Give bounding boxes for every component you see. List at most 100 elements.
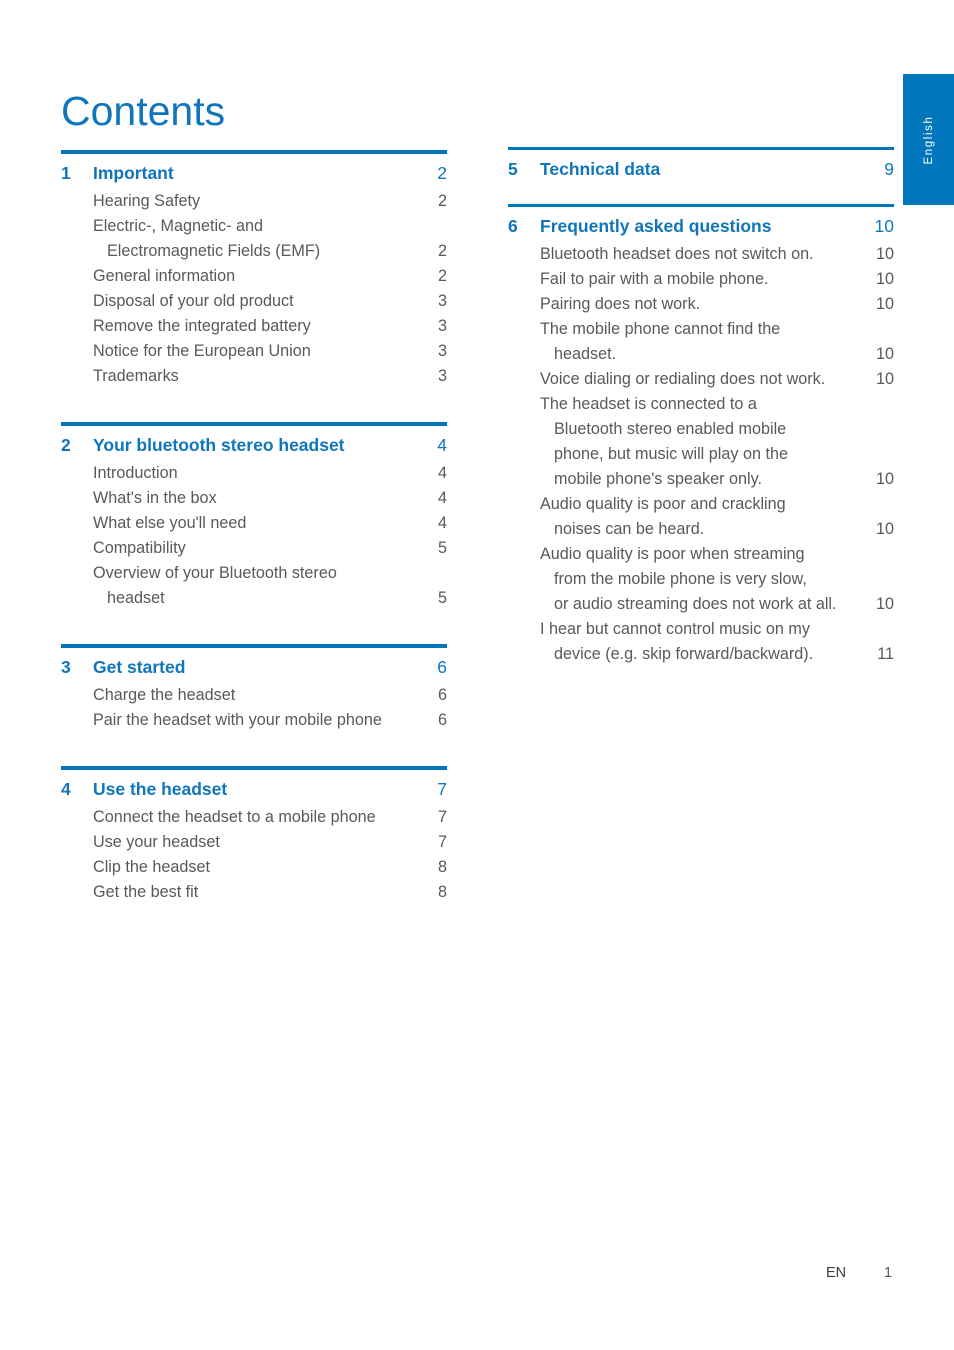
toc-entry[interactable]: Bluetooth stereo enabled mobile (508, 417, 894, 442)
toc-section-heading[interactable]: 2 Your bluetooth stereo headset 4 (61, 426, 447, 456)
toc-entry[interactable]: headset 5 (61, 586, 447, 611)
toc-entry[interactable]: or audio streaming does not work at all.… (508, 592, 894, 617)
toc-entry-page-number: 10 (875, 370, 894, 388)
toc-entry[interactable]: Connect the headset to a mobile phone 7 (61, 805, 447, 830)
toc-entry[interactable]: noises can be heard. 10 (508, 517, 894, 542)
toc-entry-list: Connect the headset to a mobile phone 7 Us… (61, 800, 447, 905)
toc-entry-page-number: 8 (437, 883, 447, 901)
toc-section-heading[interactable]: 6 Frequently asked questions 10 (508, 207, 894, 237)
toc-entry-label: device (e.g. skip forward/backward). (554, 645, 814, 663)
toc-entry-label: What else you'll need (93, 514, 247, 532)
toc-entry[interactable]: What's in the box 4 (61, 486, 447, 511)
toc-entry-label: headset (107, 589, 165, 607)
toc-entry[interactable]: Pairing does not work. 10 (508, 292, 894, 317)
toc-entry-label: I hear but cannot control music on my (540, 620, 810, 638)
toc-entry[interactable]: Electric-, Magnetic- and (61, 214, 447, 239)
toc-entry[interactable]: Voice dialing or redialing does not work… (508, 367, 894, 392)
toc-entry[interactable]: Disposal of your old product 3 (61, 289, 447, 314)
section-title: Important (93, 163, 174, 183)
toc-entry-list: Bluetooth headset does not switch on. 10 F… (508, 237, 894, 667)
toc-entry-label: Pair the headset with your mobile phone (93, 711, 382, 729)
toc-entry[interactable]: Overview of your Bluetooth stereo (61, 561, 447, 586)
toc-entry[interactable]: Audio quality is poor and crackling (508, 492, 894, 517)
toc-entry[interactable]: Electromagnetic Fields (EMF) 2 (61, 239, 447, 264)
toc-entry-label: Disposal of your old product (93, 292, 294, 310)
section-page-number: 9 (884, 159, 894, 179)
toc-entry-label: Hearing Safety (93, 192, 201, 210)
toc-entry-page-number: 2 (437, 192, 447, 210)
toc-entry[interactable]: Charge the headset 6 (61, 683, 447, 708)
toc-entry-label: Remove the integrated battery (93, 317, 311, 335)
section-page-number: 7 (437, 779, 447, 799)
toc-entry-page-number: 4 (437, 514, 447, 532)
toc-section-heading[interactable]: 3 Get started 6 (61, 648, 447, 678)
toc-entry[interactable]: Introduction 4 (61, 461, 447, 486)
toc-entry[interactable]: Trademarks 3 (61, 364, 447, 389)
toc-entry-page-number: 10 (875, 595, 894, 613)
section-number: 2 (61, 435, 71, 455)
section-title: Technical data (540, 159, 661, 179)
toc-column-left: 1 Important 2 Hearing Safety 2 Electric-, Mag… (61, 150, 447, 905)
toc-section-heading[interactable]: 1 Important 2 (61, 154, 447, 184)
toc-section: 1 Important 2 Hearing Safety 2 Electric-, Mag… (61, 150, 447, 389)
toc-entry[interactable]: phone, but music will play on the (508, 442, 894, 467)
language-tab-label: English (922, 115, 935, 164)
section-page-number: 6 (437, 657, 447, 677)
section-number: 3 (61, 657, 71, 677)
toc-entry-label: Audio quality is poor when streaming (540, 545, 805, 563)
toc-entry-list: Charge the headset 6 Pair the headset with… (61, 678, 447, 733)
section-number: 4 (61, 779, 71, 799)
toc-entry-page-number: 10 (875, 245, 894, 263)
toc-entry[interactable]: Fail to pair with a mobile phone. 10 (508, 267, 894, 292)
toc-entry-page-number: 3 (437, 367, 447, 385)
page-footer: EN 1 (0, 1265, 954, 1285)
toc-entry[interactable]: Hearing Safety 2 (61, 189, 447, 214)
toc-entry-label: Introduction (93, 464, 178, 482)
toc-section-heading[interactable]: 4 Use the headset 7 (61, 770, 447, 800)
section-title: Use the headset (93, 779, 228, 799)
toc-section: 6 Frequently asked questions 10 Bluetooth h… (508, 204, 894, 667)
toc-entry[interactable]: Notice for the European Union 3 (61, 339, 447, 364)
toc-entry[interactable]: Compatibility 5 (61, 536, 447, 561)
section-title: Your bluetooth stereo headset (93, 435, 345, 455)
toc-entry-page-number: 10 (875, 520, 894, 538)
toc-entry-list: Introduction 4 What's in the box 4 What else… (61, 456, 447, 611)
toc-entry-label: noises can be heard. (554, 520, 705, 538)
toc-entry-page-number: 4 (437, 489, 447, 507)
toc-entry[interactable]: I hear but cannot control music on my (508, 617, 894, 642)
toc-section: 4 Use the headset 7 Connect the headset to … (61, 766, 447, 905)
toc-entry[interactable]: device (e.g. skip forward/backward). 11 (508, 642, 894, 667)
toc-entry-page-number: 3 (437, 342, 447, 360)
toc-entry-label: Connect the headset to a mobile phone (93, 808, 376, 826)
toc-entry-label: Get the best fit (93, 883, 199, 901)
toc-entry[interactable]: Get the best fit 8 (61, 880, 447, 905)
toc-entry-label: phone, but music will play on the (554, 445, 788, 463)
toc-entry[interactable]: Remove the integrated battery 3 (61, 314, 447, 339)
toc-entry[interactable]: mobile phone's speaker only. 10 (508, 467, 894, 492)
toc-section: 3 Get started 6 Charge the headset 6 Pair the… (61, 644, 447, 733)
toc-entry-page-number: 6 (437, 711, 447, 729)
toc-section: 2 Your bluetooth stereo headset 4 Introduct… (61, 422, 447, 611)
toc-entry-label: Clip the headset (93, 858, 210, 876)
toc-entry-label: The headset is connected to a (540, 395, 757, 413)
toc-entry[interactable]: Clip the headset 8 (61, 855, 447, 880)
toc-entry[interactable]: Use your headset 7 (61, 830, 447, 855)
toc-entry[interactable]: headset. 10 (508, 342, 894, 367)
section-page-number: 4 (437, 435, 447, 455)
toc-section-heading[interactable]: 5 Technical data 9 (508, 150, 894, 180)
toc-entry[interactable]: What else you'll need 4 (61, 511, 447, 536)
toc-entry[interactable]: from the mobile phone is very slow, (508, 567, 894, 592)
toc-entry[interactable]: Bluetooth headset does not switch on. 10 (508, 242, 894, 267)
toc-entry-label: General information (93, 267, 236, 285)
toc-entry[interactable]: The mobile phone cannot find the (508, 317, 894, 342)
toc-entry[interactable]: General information 2 (61, 264, 447, 289)
toc-entry[interactable]: Pair the headset with your mobile phone 6 (61, 708, 447, 733)
footer-page-number: 1 (884, 1265, 893, 1281)
toc-entry-page-number: 4 (437, 464, 447, 482)
toc-entry[interactable]: Audio quality is poor when streaming (508, 542, 894, 567)
toc-entry[interactable]: The headset is connected to a (508, 392, 894, 417)
toc-entry-page-number: 10 (875, 345, 894, 363)
toc-entry-page-number: 8 (437, 858, 447, 876)
